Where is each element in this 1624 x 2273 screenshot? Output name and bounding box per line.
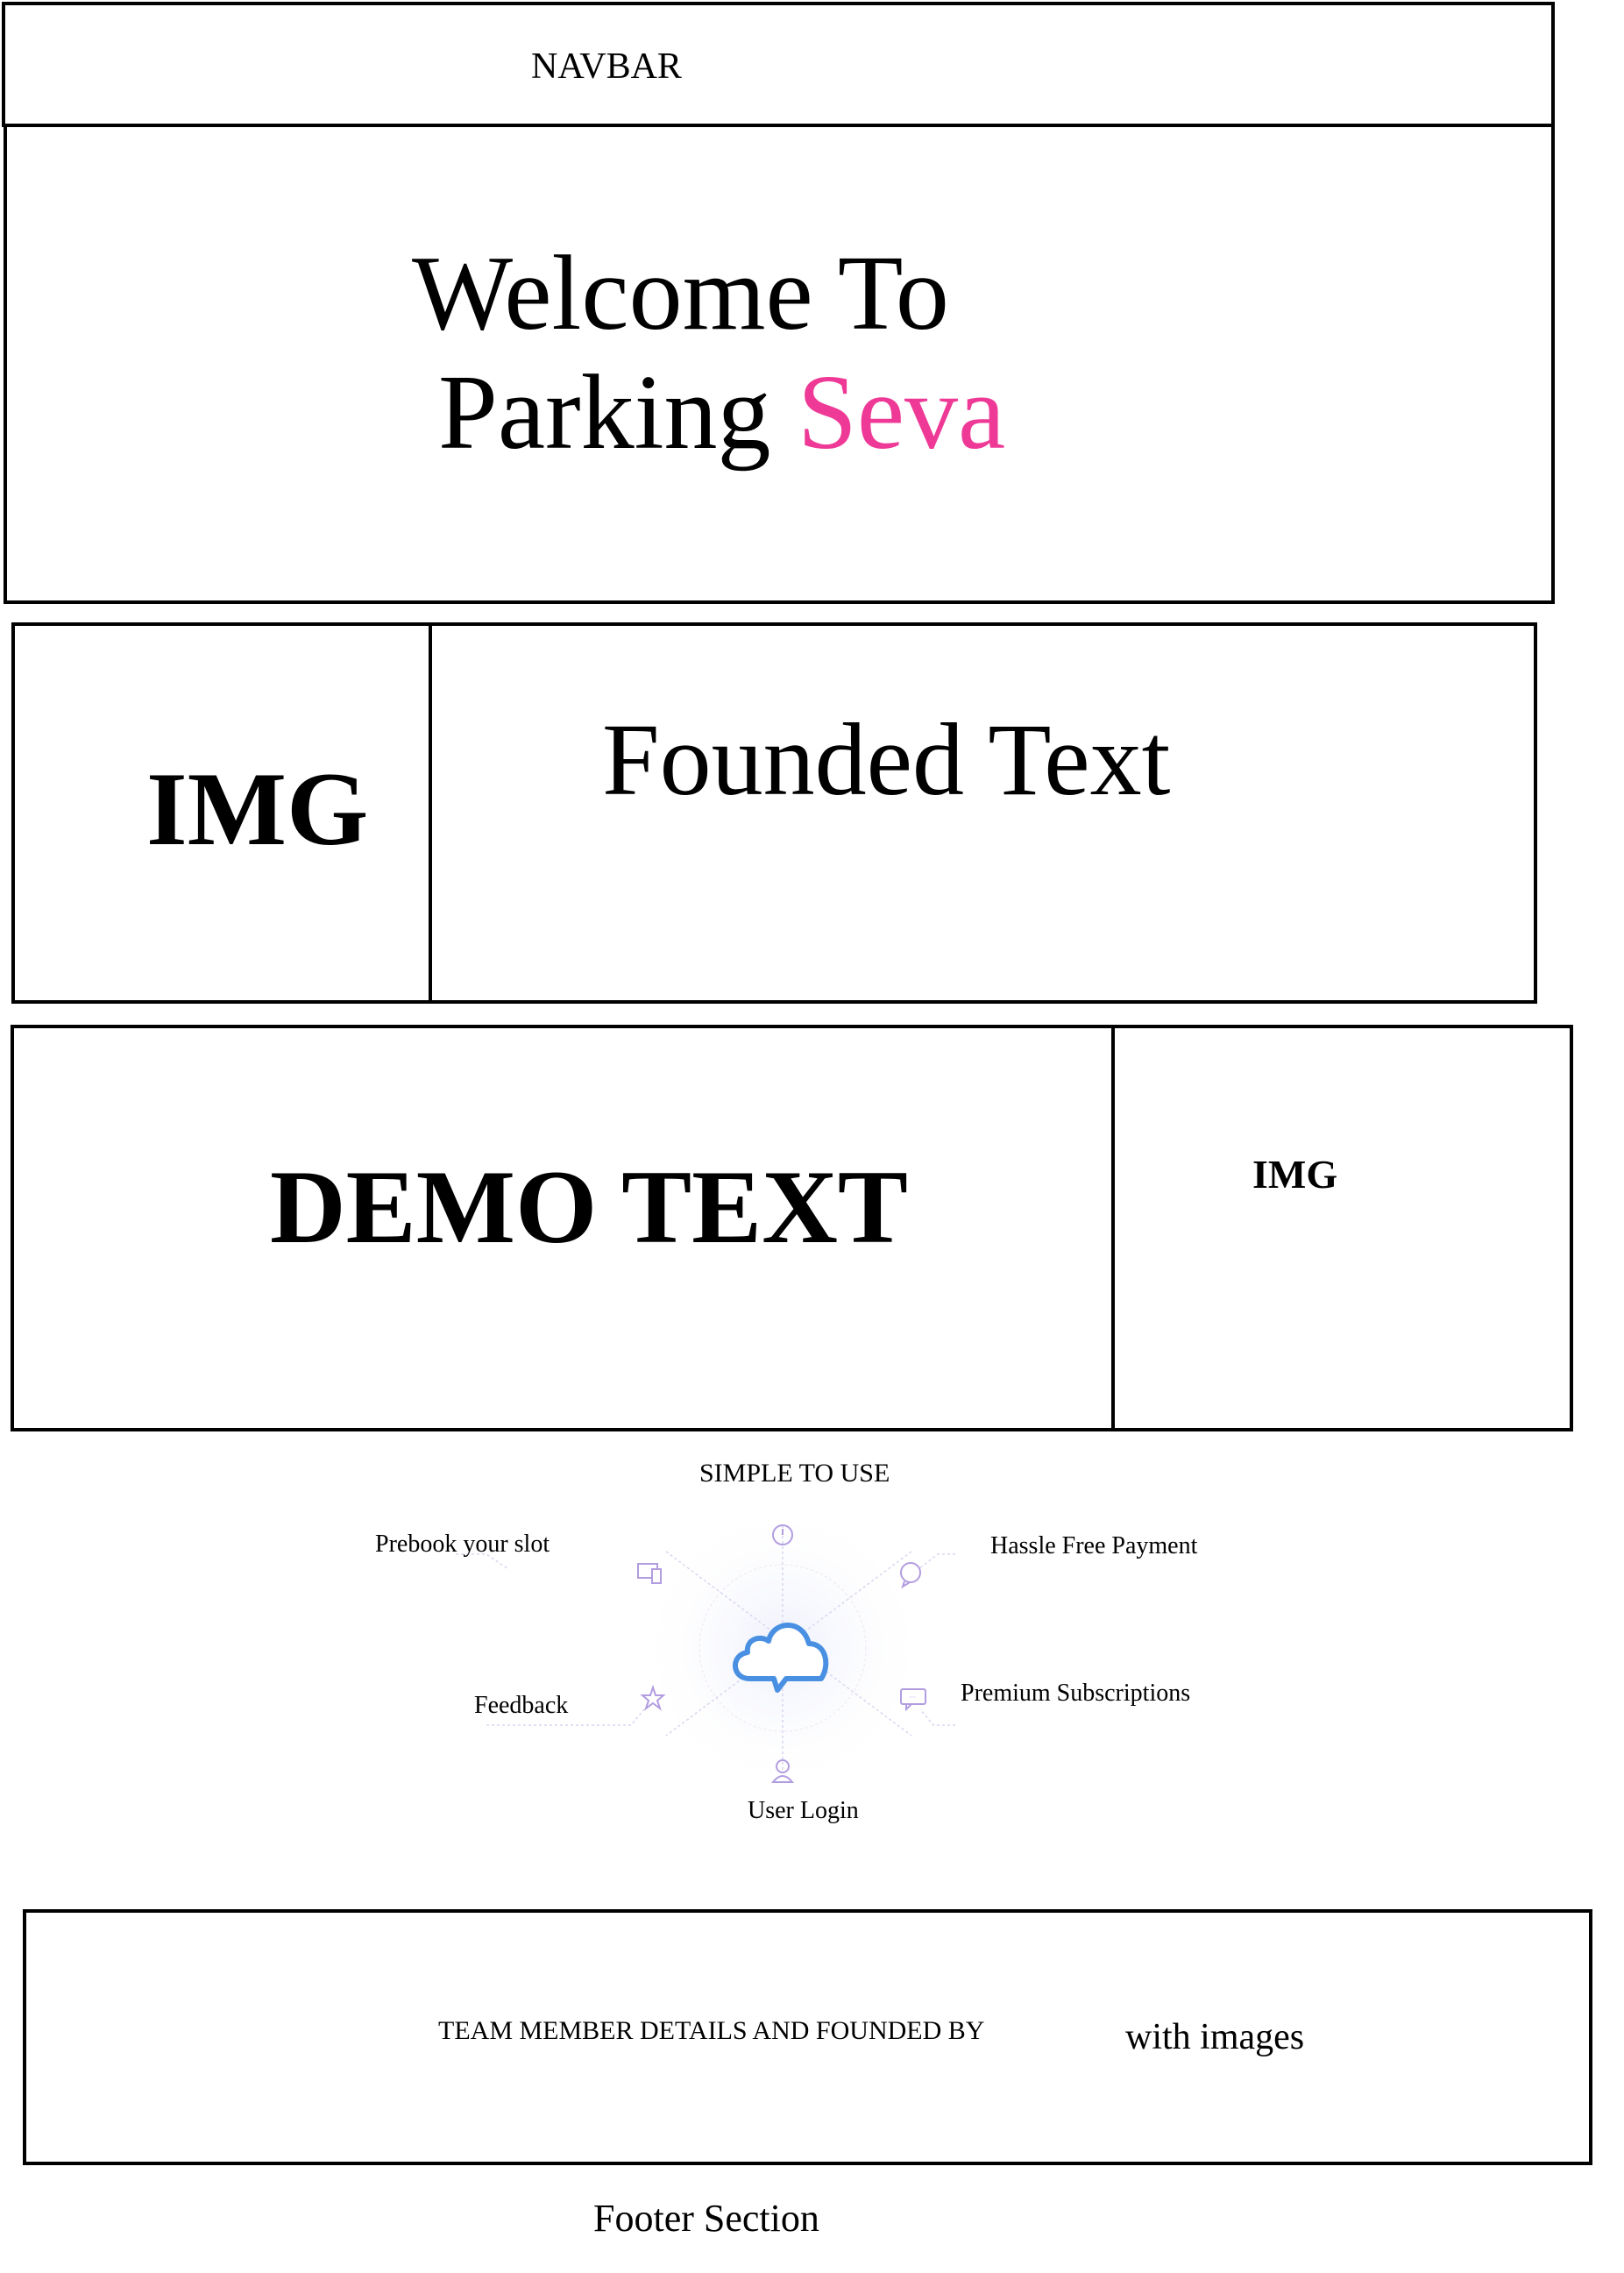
feature-prebook-slot: Prebook your slot — [375, 1531, 550, 1558]
hero-title-accent: Seva — [798, 353, 1006, 472]
navbar-label: NAVBAR — [531, 46, 682, 87]
timer-icon — [772, 1524, 793, 1545]
chat-bubble-icon — [900, 1562, 921, 1588]
hero-title-line1: Welcome To — [412, 234, 949, 352]
hero-title-line2: Parking Seva — [438, 352, 1005, 474]
message-icon: ··· — [900, 1688, 926, 1711]
star-icon — [640, 1685, 666, 1711]
user-icon — [770, 1759, 795, 1783]
team-section: TEAM MEMBER DETAILS AND FOUNDED BY with … — [23, 1909, 1592, 2165]
devices-icon — [637, 1563, 662, 1584]
founded-img-placeholder: IMG — [146, 750, 369, 867]
demo-divider — [1111, 1028, 1115, 1428]
cloud-chat-icon — [733, 1623, 829, 1693]
feature-premium-subscriptions: Premium Subscriptions — [961, 1680, 1191, 1707]
navbar: NAVBAR — [2, 2, 1555, 127]
hero-title-prefix: Parking — [438, 353, 771, 472]
founded-text: Founded Text — [602, 702, 1171, 817]
feature-feedback: Feedback — [474, 1692, 569, 1719]
footer-label: Footer Section — [593, 2197, 819, 2240]
team-text: TEAM MEMBER DETAILS AND FOUNDED BY — [438, 2016, 985, 2045]
hero-section: Welcome To Parking Seva — [4, 124, 1555, 604]
demo-text: DEMO TEXT — [270, 1148, 908, 1265]
founded-divider — [429, 626, 432, 1003]
svg-text:···: ··· — [909, 1694, 916, 1701]
feature-hassle-free-payment: Hassle Free Payment — [990, 1532, 1198, 1559]
demo-section: DEMO TEXT IMG — [11, 1025, 1573, 1431]
features-diagram: SIMPLE TO USE ··· Prebook your slot Hass… — [0, 1438, 1624, 1858]
feature-user-login: User Login — [748, 1797, 859, 1824]
founded-section: IMG Founded Text — [11, 622, 1537, 1004]
team-subtext: with images — [1125, 2017, 1305, 2057]
demo-img-placeholder: IMG — [1252, 1152, 1338, 1197]
